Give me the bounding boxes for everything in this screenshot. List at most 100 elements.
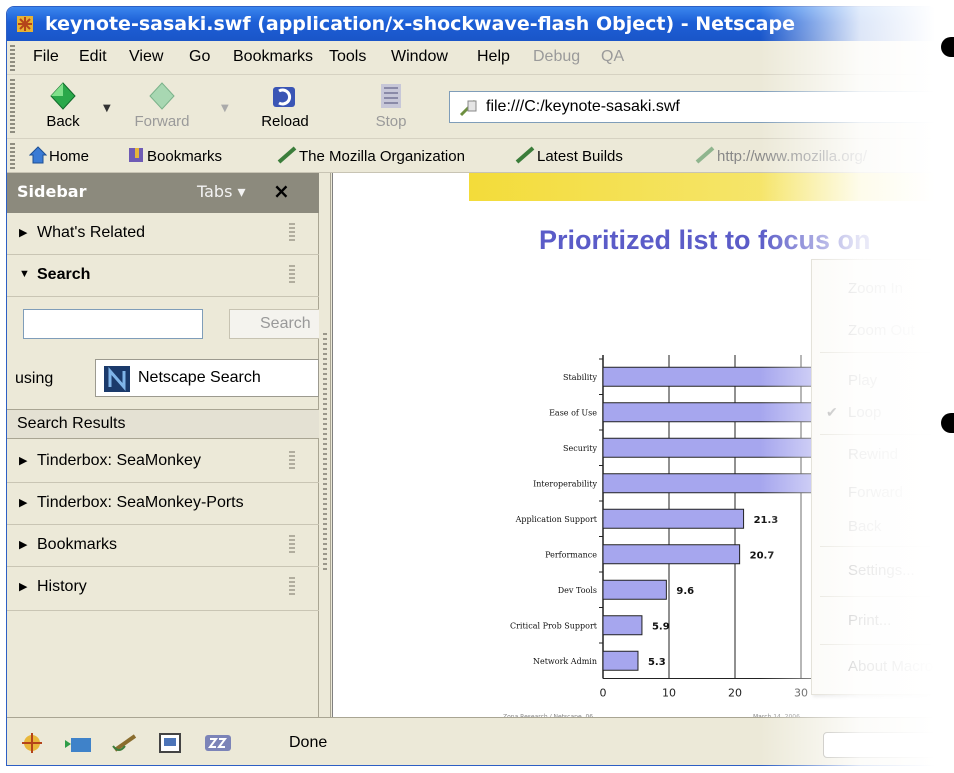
chart-category-label: Performance bbox=[545, 550, 597, 559]
status-progress-field bbox=[823, 732, 935, 758]
menu-edit[interactable]: Edit bbox=[79, 48, 107, 66]
panel-label: What's Related bbox=[37, 224, 145, 241]
panel-bookmarks[interactable]: ▶ Bookmarks bbox=[7, 525, 319, 567]
panel-label: Bookmarks bbox=[37, 536, 118, 553]
search-engine-select[interactable]: Netscape Search bbox=[95, 359, 319, 397]
panel-tinderbox-seamonkey-ports[interactable]: ▶ Tinderbox: SeaMonkey-Ports bbox=[7, 483, 319, 525]
menu-go[interactable]: Go bbox=[189, 48, 210, 66]
url-text: file:///C:/keynote-sasaki.swf bbox=[486, 98, 680, 115]
triangle-right-icon: ▶ bbox=[19, 455, 28, 467]
panel-grip[interactable] bbox=[289, 265, 295, 285]
status-text: Done bbox=[289, 734, 328, 751]
chart-bar bbox=[602, 615, 643, 636]
menu-separator bbox=[820, 596, 935, 597]
chart-x-tick-label: 0 bbox=[600, 687, 607, 700]
netscape-app-icon bbox=[17, 16, 33, 32]
panel-grip[interactable] bbox=[289, 451, 295, 471]
chart-bar bbox=[602, 508, 745, 529]
bookmark-latest-builds-label: Latest Builds bbox=[537, 148, 623, 165]
sidebar-tabs-label: Tabs bbox=[197, 182, 233, 201]
menu-view[interactable]: View bbox=[129, 48, 163, 66]
url-input[interactable]: file:///C:/keynote-sasaki.swf bbox=[449, 91, 935, 123]
menu-qa[interactable]: QA bbox=[601, 48, 624, 66]
bookmark-home[interactable]: Home bbox=[28, 146, 89, 165]
sidebar-title: Sidebar bbox=[17, 182, 87, 201]
context-menu-item[interactable]: Zoom Out bbox=[848, 322, 915, 339]
forward-label: Forward bbox=[134, 113, 190, 130]
context-menu-item[interactable]: Settings... bbox=[848, 562, 915, 579]
chart-category-label: Application Support bbox=[515, 515, 598, 524]
stop-button[interactable]: Stop bbox=[361, 81, 421, 130]
chatzilla-icon[interactable] bbox=[203, 732, 233, 754]
address-book-icon[interactable] bbox=[157, 732, 183, 754]
menu-tools[interactable]: Tools bbox=[329, 48, 366, 66]
bookmark-latest-builds[interactable]: Latest Builds bbox=[515, 146, 623, 165]
navbar-grip[interactable] bbox=[10, 79, 15, 135]
bookmark-url[interactable]: http://www.mozilla.org/ bbox=[695, 146, 867, 165]
panel-search[interactable]: ▼ Search bbox=[7, 255, 319, 297]
context-menu-item[interactable]: Loop bbox=[848, 404, 881, 421]
menu-window[interactable]: Window bbox=[391, 48, 448, 66]
bookmark-link-icon bbox=[695, 146, 715, 164]
chart-category-label: Stability bbox=[563, 373, 597, 382]
search-input[interactable] bbox=[23, 309, 203, 339]
sidebar-tabs-menu[interactable]: Tabs ▾ bbox=[197, 182, 246, 201]
panel-label: History bbox=[37, 578, 87, 595]
chart-x-tick-label: 10 bbox=[662, 687, 676, 700]
menu-bookmarks[interactable]: Bookmarks bbox=[233, 48, 313, 66]
sidebar-splitter[interactable] bbox=[319, 173, 331, 717]
bookmark-mozilla-org[interactable]: The Mozilla Organization bbox=[277, 146, 465, 165]
search-button[interactable]: Search bbox=[229, 309, 329, 339]
back-button[interactable]: Back bbox=[35, 81, 91, 130]
menu-file[interactable]: File bbox=[33, 48, 59, 66]
panel-tinderbox-seamonkey[interactable]: ▶ Tinderbox: SeaMonkey bbox=[7, 441, 319, 483]
triangle-right-icon: ▶ bbox=[19, 581, 28, 593]
bookmark-link-icon bbox=[277, 146, 297, 164]
forward-arrow-icon bbox=[149, 82, 175, 110]
context-menu-item[interactable]: Print... bbox=[848, 612, 891, 629]
netscape-component-icon[interactable] bbox=[19, 732, 45, 754]
slide-bullet bbox=[941, 37, 954, 57]
reload-button[interactable]: Reload bbox=[245, 81, 325, 130]
search-engine-label: Netscape Search bbox=[138, 369, 261, 386]
triangle-down-icon: ▼ bbox=[19, 268, 30, 280]
bookmark-bookmarks[interactable]: Bookmarks bbox=[127, 146, 222, 165]
panel-whats-related[interactable]: ▶ What's Related bbox=[7, 213, 319, 255]
context-menu-item[interactable]: Rewind bbox=[848, 446, 898, 463]
flash-context-menu: Zoom In Zoom Out Play Loop ✔ Rewind Forward Bac… bbox=[811, 259, 935, 695]
sidebar-close-icon[interactable]: × bbox=[273, 179, 290, 203]
context-menu-item[interactable]: Zoom In bbox=[848, 280, 903, 297]
panel-grip[interactable] bbox=[289, 223, 295, 243]
mail-icon[interactable] bbox=[63, 732, 93, 754]
chart-bar bbox=[602, 579, 667, 600]
context-menu-item[interactable]: Back bbox=[848, 518, 881, 535]
sidebar: Sidebar Tabs ▾ × ▶ What's Related ▼ Sear… bbox=[7, 173, 329, 717]
triangle-right-icon: ▶ bbox=[19, 227, 28, 239]
panel-grip[interactable] bbox=[289, 577, 295, 597]
status-bar: Done bbox=[7, 717, 935, 765]
chevron-down-icon: ▾ bbox=[237, 182, 246, 201]
panel-label: Tinderbox: SeaMonkey-Ports bbox=[37, 494, 244, 511]
forward-dropdown-icon[interactable]: ▼ bbox=[221, 103, 229, 114]
menu-separator bbox=[820, 434, 935, 435]
menubar-grip[interactable] bbox=[10, 45, 15, 71]
context-menu-item[interactable]: Play bbox=[848, 372, 877, 389]
panel-grip[interactable] bbox=[289, 535, 295, 555]
context-menu-item[interactable]: About Macromedia Flash Player bbox=[848, 658, 935, 675]
triangle-right-icon: ▶ bbox=[19, 497, 28, 509]
splitter-grip[interactable] bbox=[323, 333, 327, 573]
back-label: Back bbox=[46, 113, 80, 130]
back-dropdown-icon[interactable]: ▼ bbox=[103, 103, 111, 114]
bookmarks-bar-grip[interactable] bbox=[10, 143, 15, 169]
search-results-header: Search Results bbox=[7, 409, 319, 439]
slide-bullet bbox=[941, 413, 954, 433]
panel-history[interactable]: ▶ History bbox=[7, 567, 319, 611]
back-arrow-icon bbox=[50, 82, 76, 110]
forward-button[interactable]: Forward bbox=[117, 81, 207, 130]
triangle-right-icon: ▶ bbox=[19, 539, 28, 551]
chart-data-label: 21.3 bbox=[754, 515, 779, 526]
composer-icon[interactable] bbox=[111, 732, 139, 754]
menu-help[interactable]: Help bbox=[477, 48, 510, 66]
context-menu-item[interactable]: Forward bbox=[848, 484, 903, 501]
menu-debug[interactable]: Debug bbox=[533, 48, 580, 66]
